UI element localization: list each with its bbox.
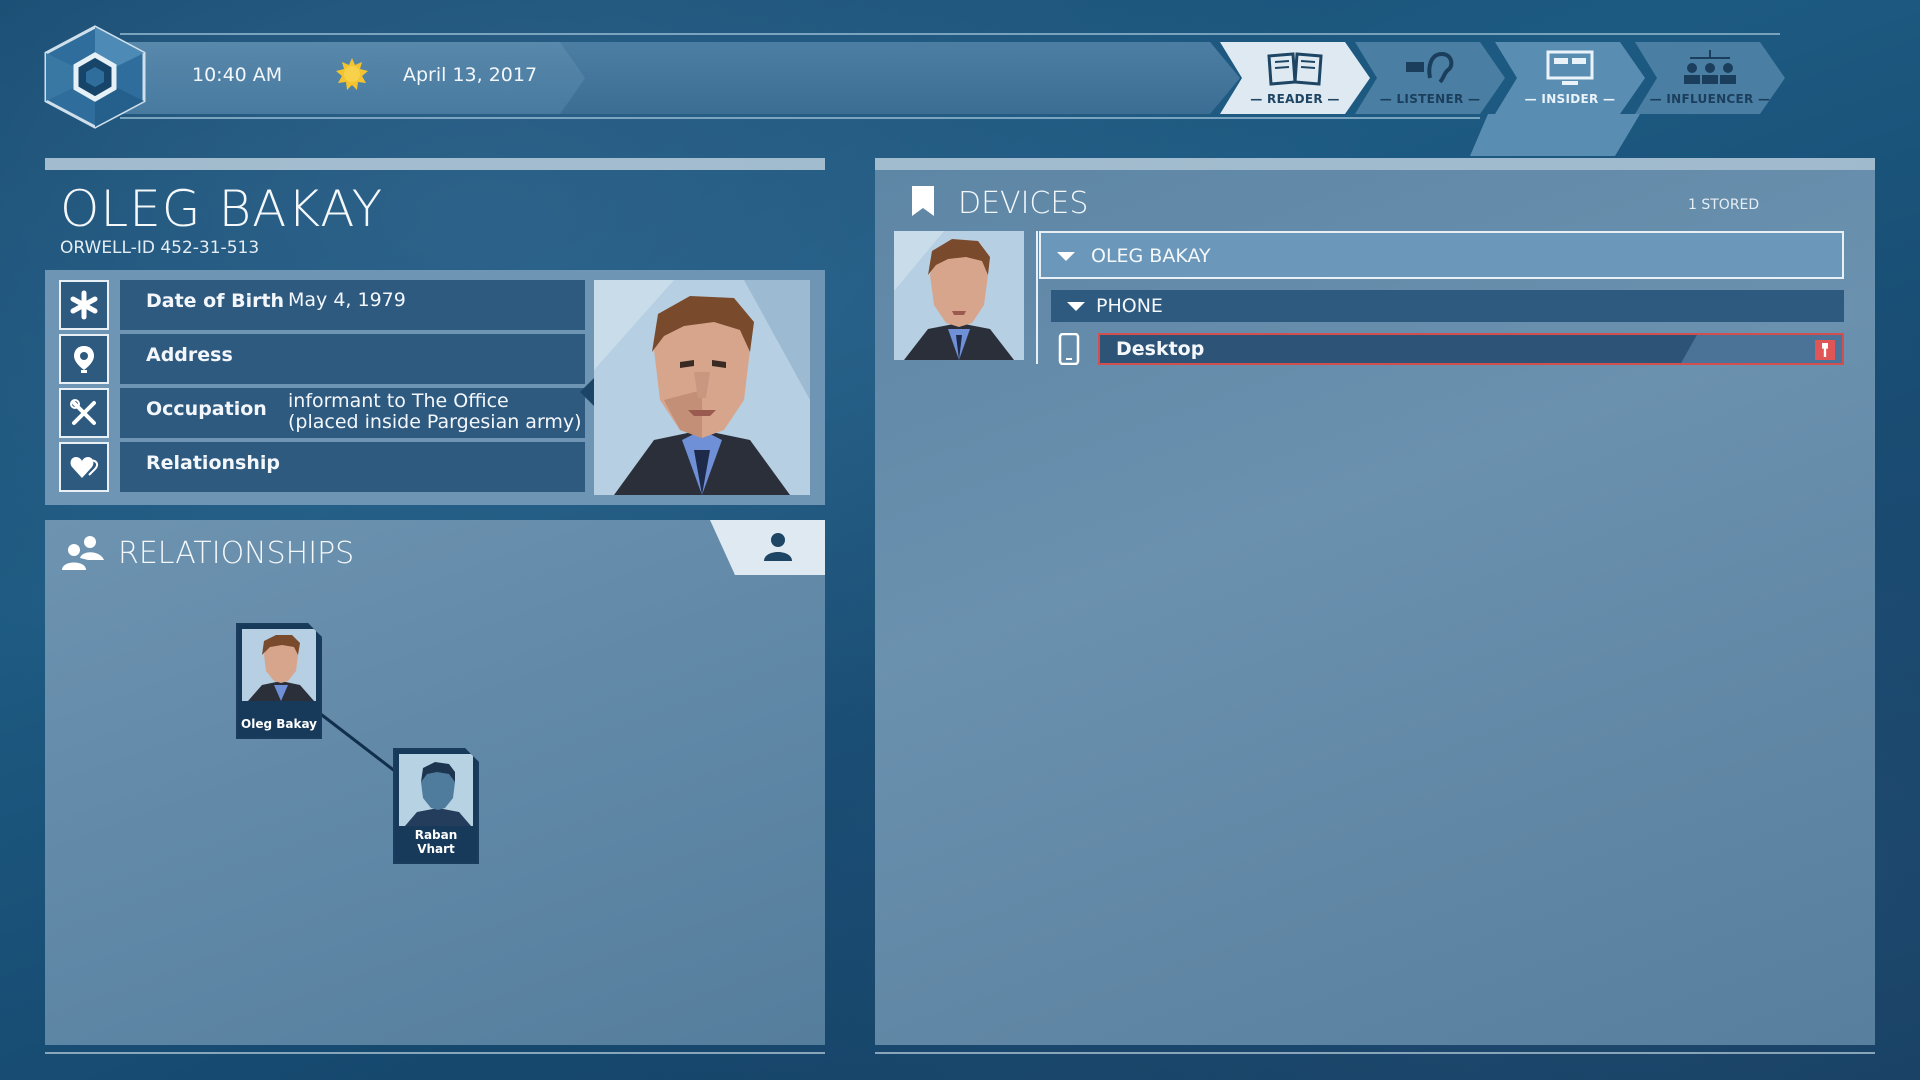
monitor-icon bbox=[1546, 50, 1594, 85]
address-field-icon[interactable] bbox=[59, 334, 109, 384]
profile-name: OLEG BAKAY bbox=[60, 180, 384, 238]
tab-influencer-label: — INFLUENCER — bbox=[1649, 92, 1771, 106]
occupation-value-line1: informant to The Office bbox=[288, 390, 509, 412]
address-row[interactable]: Address bbox=[120, 334, 585, 384]
occupation-value-line2: (placed inside Pargesian army) bbox=[288, 411, 582, 433]
clock-time: 10:40 AM bbox=[192, 64, 283, 86]
orwell-id: ORWELL-ID 452-31-513 bbox=[60, 238, 260, 258]
person-icon bbox=[764, 533, 792, 561]
photo-pointer bbox=[580, 378, 594, 406]
devices-title: DEVICES bbox=[958, 186, 1089, 221]
smartphone-icon bbox=[1058, 333, 1080, 365]
tab-insider[interactable]: — INSIDER — bbox=[1495, 42, 1645, 114]
owner-avatar bbox=[894, 231, 1024, 360]
header-bottom-line bbox=[120, 117, 1480, 119]
occupation-label: Occupation bbox=[146, 398, 267, 420]
relationships-title: RELATIONSHIPS bbox=[118, 536, 355, 571]
ear-icon bbox=[1406, 51, 1454, 84]
header-top-line bbox=[120, 33, 1780, 35]
oleg-node-name: Oleg Bakay bbox=[241, 717, 317, 731]
dob-field-icon[interactable] bbox=[59, 280, 109, 330]
occupation-field-icon[interactable] bbox=[59, 388, 109, 438]
device-owner-name: OLEG BAKAY bbox=[1091, 245, 1211, 267]
tab-reader[interactable]: — READER — bbox=[1220, 42, 1370, 114]
location-pin-icon bbox=[74, 346, 94, 373]
address-label: Address bbox=[146, 344, 233, 366]
device-owner-photo[interactable] bbox=[894, 231, 1024, 360]
relationship-row[interactable]: Relationship bbox=[120, 442, 585, 492]
relationship-field-icon[interactable] bbox=[59, 442, 109, 492]
relationship-label: Relationship bbox=[146, 452, 280, 474]
asterisk-icon bbox=[70, 290, 98, 320]
raban-avatar bbox=[399, 754, 473, 826]
device-category-row[interactable]: PHONE bbox=[1051, 290, 1844, 322]
tab-listener[interactable]: — LISTENER — bbox=[1355, 42, 1505, 114]
devices-top-divider bbox=[875, 158, 1875, 170]
people-icon bbox=[62, 536, 104, 570]
tab-insider-label: — INSIDER — bbox=[1524, 92, 1616, 106]
oleg-avatar bbox=[242, 629, 316, 701]
lock-icon[interactable] bbox=[1815, 340, 1835, 360]
orwell-logo-icon bbox=[44, 25, 146, 129]
occupation-row[interactable]: Occupation informant to The Office (plac… bbox=[120, 388, 585, 438]
tab-influencer[interactable]: — INFLUENCER — bbox=[1635, 42, 1785, 114]
portrait-avatar bbox=[594, 280, 810, 495]
tab-listener-label: — LISTENER — bbox=[1379, 92, 1481, 106]
collapse-arrow-icon[interactable] bbox=[1057, 252, 1075, 261]
insider-tab-extension bbox=[1470, 114, 1640, 156]
dob-row[interactable]: Date of Birth May 4, 1979 bbox=[120, 280, 585, 330]
device-item-label: Desktop bbox=[1116, 338, 1205, 360]
relationship-node-raban[interactable]: Raban Vhart bbox=[393, 748, 479, 864]
profile-top-divider bbox=[45, 158, 825, 170]
book-icon bbox=[1267, 52, 1323, 86]
heart-icon bbox=[70, 457, 99, 478]
calendar-date: April 13, 2017 bbox=[403, 64, 538, 86]
sun-icon bbox=[336, 58, 368, 90]
device-owner-row[interactable]: OLEG BAKAY bbox=[1039, 231, 1844, 279]
profile-photo[interactable] bbox=[594, 280, 810, 495]
dob-label: Date of Birth bbox=[146, 290, 285, 312]
raban-node-name: Raban Vhart bbox=[414, 828, 458, 856]
org-chart-icon bbox=[1684, 50, 1736, 84]
stored-count: 1 STORED bbox=[1688, 197, 1760, 213]
tab-reader-label: — READER — bbox=[1250, 92, 1340, 106]
collapse-arrow-icon[interactable] bbox=[1067, 302, 1085, 311]
occupation-value: informant to The Office (placed inside P… bbox=[288, 391, 582, 433]
device-tree-line bbox=[1036, 231, 1038, 364]
left-panel-bottom-line bbox=[45, 1052, 825, 1054]
bookmark-icon bbox=[912, 186, 934, 216]
relationship-node-oleg[interactable]: Oleg Bakay bbox=[236, 623, 322, 739]
tools-icon bbox=[70, 399, 96, 425]
dob-value: May 4, 1979 bbox=[288, 289, 406, 311]
right-panel-bottom-line bbox=[875, 1052, 1875, 1054]
device-category-label: PHONE bbox=[1096, 295, 1163, 317]
